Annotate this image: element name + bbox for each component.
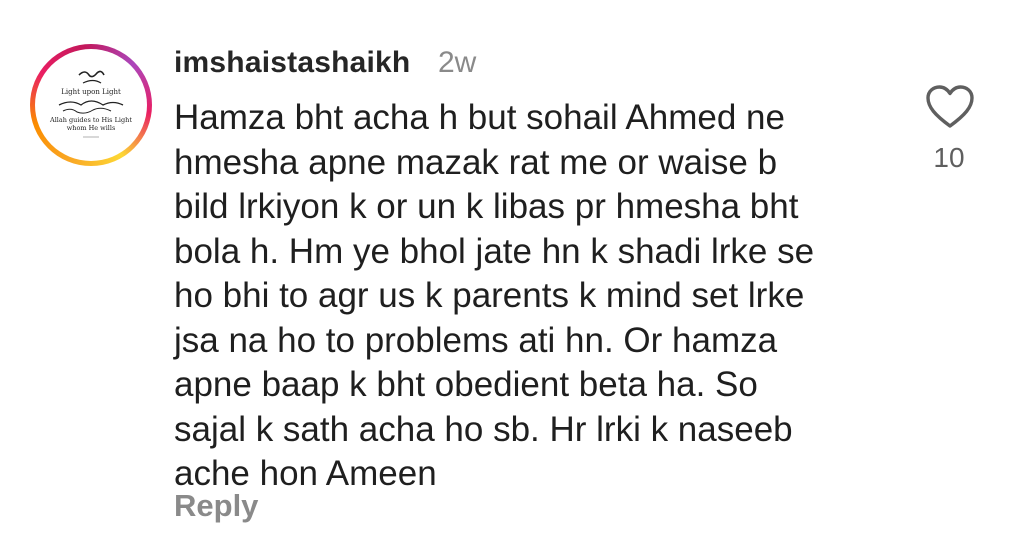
comment-line: jsa na ho to problems ati hn. Or hamza [174, 320, 778, 360]
avatar-line2: Allah guides to His Light [49, 116, 132, 124]
like-count: 10 [933, 142, 965, 173]
comment-timestamp: 2w [438, 46, 477, 79]
comment-line: ho bhi to agr us k parents k mind set lr… [174, 276, 805, 315]
comment: Light upon Light Allah guides to His Lig… [0, 0, 1024, 558]
avatar[interactable]: Light upon Light Allah guides to His Lig… [30, 44, 152, 166]
comment-text: Hamza bht acha h but sohail Ahmed ne hme… [174, 96, 894, 497]
comment-line: bild lrkiyon k or un k libas pr hmesha b… [174, 187, 799, 226]
avatar-logo: Light upon Light Allah guides to His Lig… [49, 70, 132, 138]
comment-username[interactable]: imshaistashaikh [174, 46, 410, 80]
avatar-logo-image: Light upon Light Allah guides to His Lig… [39, 53, 143, 157]
comment-line: hmesha apne mazak rat me or waise b [174, 142, 778, 182]
reply-button[interactable]: Reply [174, 488, 258, 524]
comment-line: ache hon Ameen [174, 454, 437, 493]
comment-line: bola h. Hm ye bhol jate hn k shadi lrke … [174, 231, 815, 271]
comment-line: sajal k sath acha ho sb. Hr lrki k nasee… [174, 409, 793, 449]
comment-line: Hamza bht acha h but sohail Ahmed ne [174, 98, 785, 137]
like-button[interactable] [925, 84, 975, 130]
avatar-line1: Light upon Light [61, 88, 121, 96]
heart-outline-icon [926, 85, 974, 128]
avatar-line3: whom He wills [67, 124, 116, 132]
comment-line: apne baap k bht obedient beta ha. So [174, 365, 758, 404]
